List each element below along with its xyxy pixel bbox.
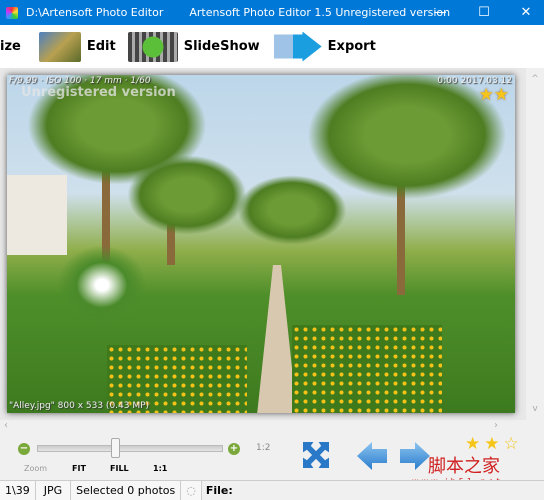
previous-photo-icon[interactable]: [357, 442, 387, 470]
one-to-one-button[interactable]: 1:1: [153, 464, 167, 473]
scroll-up-icon[interactable]: ^: [526, 74, 544, 84]
app-icon: [6, 6, 18, 19]
fullscreen-icon[interactable]: [303, 442, 329, 468]
loading-spinner-icon: ◌: [181, 481, 202, 500]
status-bar: 1\39 JPG Selected 0 photos ◌ File:: [0, 480, 544, 500]
file-label: File:: [205, 484, 233, 497]
file-info: "Alley.jpg" 800 x 533 (0.43 MP): [9, 401, 150, 411]
title-bar: D:\Artensoft Photo Editor Artensoft Phot…: [0, 0, 544, 25]
scroll-down-icon[interactable]: v: [526, 404, 544, 414]
zoom-in-button[interactable]: +: [228, 443, 240, 455]
organize-button[interactable]: ize: [0, 39, 21, 54]
site-watermark: 脚本之家: [428, 456, 500, 477]
rating-stars[interactable]: ★★☆: [465, 434, 523, 454]
fit-button[interactable]: FIT: [72, 464, 86, 473]
fill-button[interactable]: FILL: [110, 464, 129, 473]
selected-count: Selected 0 photos: [71, 481, 182, 500]
vertical-scrollbar[interactable]: ^ v: [526, 68, 544, 420]
zoom-slider-thumb[interactable]: [111, 438, 121, 458]
photo-format: JPG: [35, 481, 72, 500]
export-arrow-icon: [273, 31, 322, 62]
zoom-slider[interactable]: [37, 445, 223, 452]
toolbar: ize Edit SlideShow Export: [0, 25, 544, 68]
export-label: Export: [327, 39, 376, 54]
photo-index: 1\39: [0, 481, 36, 500]
scroll-right-icon[interactable]: ›: [494, 420, 498, 431]
scroll-left-icon[interactable]: ‹: [4, 420, 8, 431]
horizontal-scrollbar[interactable]: ‹ ›: [0, 420, 526, 434]
zoom-label: Zoom: [24, 464, 48, 473]
zoom-ratio: 1:2: [256, 443, 271, 453]
next-photo-icon[interactable]: [400, 442, 430, 470]
unregistered-watermark: Unregistered version: [21, 85, 176, 100]
photo-viewer: F/9.99 · ISO 100 · 17 mm · 1/60 0:00 201…: [0, 68, 544, 420]
minimize-button[interactable]: —: [422, 0, 458, 25]
slideshow-label: SlideShow: [183, 39, 260, 54]
export-button[interactable]: Export: [273, 31, 376, 62]
slideshow-button[interactable]: SlideShow: [127, 31, 260, 62]
edit-button[interactable]: Edit: [38, 31, 116, 62]
photo-image[interactable]: F/9.99 · ISO 100 · 17 mm · 1/60 0:00 201…: [7, 75, 515, 413]
zoom-out-button[interactable]: −: [18, 443, 30, 455]
maximize-button[interactable]: ☐: [466, 0, 502, 25]
slideshow-play-icon: [127, 31, 178, 62]
edit-label: Edit: [86, 39, 116, 54]
photo-rating-stars: ★★: [478, 85, 509, 105]
window-app-title: Artensoft Photo Editor 1.5 Unregistered …: [189, 6, 451, 19]
window-path-title: D:\Artensoft Photo Editor: [26, 6, 164, 19]
edit-brush-icon: [38, 31, 81, 62]
close-button[interactable]: ✕: [508, 0, 544, 25]
organize-label: ize: [0, 39, 21, 54]
